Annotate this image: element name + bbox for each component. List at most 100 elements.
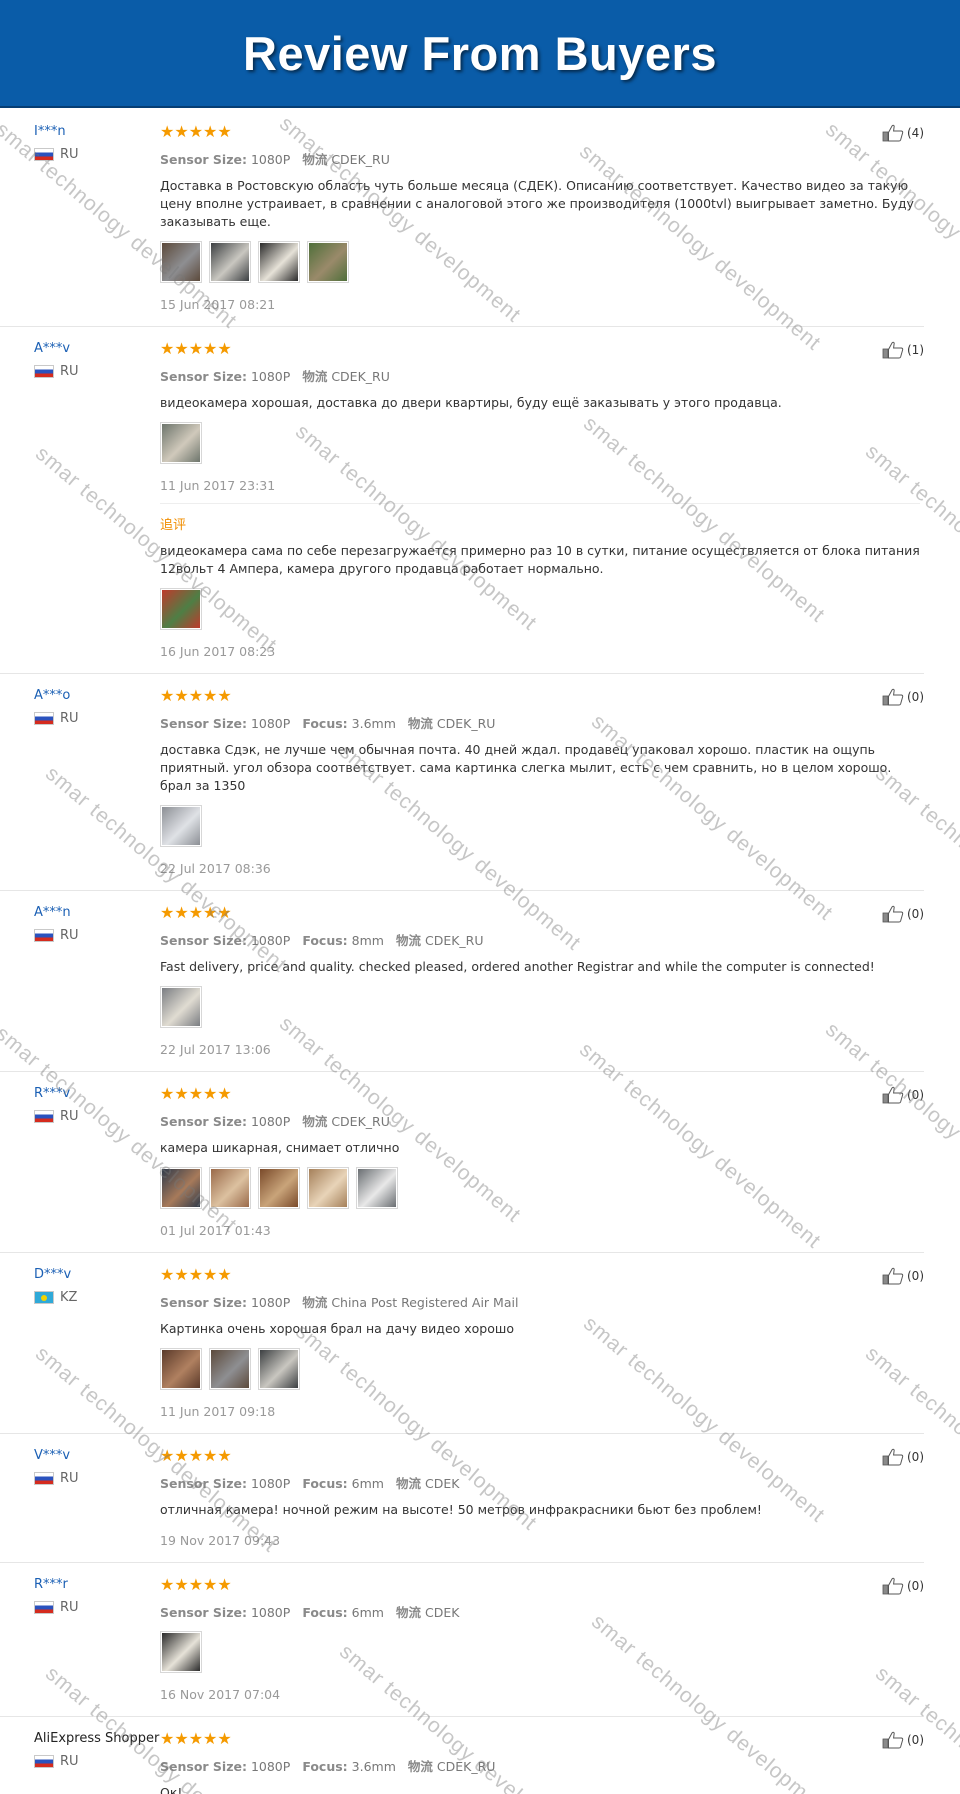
review-photo[interactable] bbox=[209, 1167, 251, 1209]
buyer-name[interactable]: D***v bbox=[34, 1267, 154, 1282]
review-photo[interactable] bbox=[160, 588, 202, 630]
review-attributes: Sensor Size: 1080P 物流 China Post Register… bbox=[160, 1292, 920, 1311]
helpful-count: (1) bbox=[907, 343, 924, 357]
helpful-button[interactable]: (0) bbox=[882, 1086, 924, 1104]
buyer-name[interactable]: I***n bbox=[34, 124, 154, 139]
followup-review: 追评 видеокамера сама по себе перезагружает… bbox=[160, 503, 920, 659]
helpful-button[interactable]: (0) bbox=[882, 1448, 924, 1466]
review-photo[interactable] bbox=[356, 1167, 398, 1209]
sensor-size-label: Sensor Size: bbox=[160, 369, 247, 384]
star-icon: ★ bbox=[203, 1575, 218, 1594]
star-icon: ★ bbox=[188, 1446, 204, 1465]
focus-label: Focus: bbox=[302, 1605, 348, 1620]
buyer-country: RU bbox=[34, 147, 154, 162]
country-code: RU bbox=[60, 1600, 79, 1615]
helpful-button[interactable]: (4) bbox=[882, 124, 924, 142]
buyer-info: A***v RU bbox=[34, 341, 154, 379]
sensor-size-value: 1080P bbox=[250, 369, 291, 384]
shipping-label: 物流 bbox=[407, 1759, 433, 1774]
country-code: RU bbox=[60, 1471, 79, 1486]
star-icon: ★ bbox=[188, 686, 204, 705]
review-photo[interactable] bbox=[160, 986, 202, 1028]
review-photo[interactable] bbox=[160, 1631, 202, 1673]
thumbs-up-icon bbox=[882, 1086, 904, 1104]
ru-flag-icon bbox=[34, 365, 54, 378]
review-photo[interactable] bbox=[258, 1348, 300, 1390]
star-icon: ★ bbox=[188, 903, 204, 922]
sensor-size-label: Sensor Size: bbox=[160, 1759, 247, 1774]
star-icon: ★ bbox=[217, 1446, 232, 1465]
helpful-count: (0) bbox=[907, 690, 924, 704]
review-photo[interactable] bbox=[160, 1167, 202, 1209]
buyer-name[interactable]: R***r bbox=[34, 1577, 154, 1592]
star-icon: ★ bbox=[160, 686, 175, 705]
thumbs-up-icon bbox=[882, 1267, 904, 1285]
review-text: доставка Сдэк, не лучше чем обычная почт… bbox=[160, 742, 892, 793]
helpful-button[interactable]: (0) bbox=[882, 905, 924, 923]
country-code: RU bbox=[60, 711, 79, 726]
helpful-button[interactable]: (0) bbox=[882, 688, 924, 706]
star-icon: ★ bbox=[160, 1575, 175, 1594]
star-rating: ★★★★★ bbox=[160, 341, 920, 359]
review-photos bbox=[160, 805, 920, 847]
helpful-button[interactable]: (0) bbox=[882, 1267, 924, 1285]
star-icon: ★ bbox=[203, 1446, 218, 1465]
review-photo[interactable] bbox=[160, 1348, 202, 1390]
star-icon: ★ bbox=[188, 1729, 204, 1748]
review-attributes: Sensor Size: 1080P Focus: 3.6mm 物流 CDEK_RU bbox=[160, 713, 920, 732]
country-code: RU bbox=[60, 928, 79, 943]
buyer-info: A***n RU bbox=[34, 905, 154, 943]
country-code: RU bbox=[60, 1754, 79, 1769]
review-photos bbox=[160, 422, 920, 464]
sensor-size-label: Sensor Size: bbox=[160, 1605, 247, 1620]
review-attributes: Sensor Size: 1080P 物流 CDEK_RU bbox=[160, 1111, 920, 1130]
star-icon: ★ bbox=[203, 1729, 218, 1748]
shipping-value: CDEK_RU bbox=[331, 1114, 390, 1129]
star-icon: ★ bbox=[160, 1446, 175, 1465]
shipping-label: 物流 bbox=[302, 1114, 328, 1129]
review-photo[interactable] bbox=[307, 241, 349, 283]
helpful-count: (0) bbox=[907, 1733, 924, 1747]
review-body: ★★★★★ Sensor Size: 1080P Focus: 6mm 物流 CDEK… bbox=[160, 1434, 920, 1562]
buyer-name[interactable]: R***v bbox=[34, 1086, 154, 1101]
review-text: Fast delivery, price and quality. checke… bbox=[160, 959, 875, 974]
review-body: ★★★★★ Sensor Size: 1080P Focus: 8mm 物流 CDEK… bbox=[160, 891, 920, 1071]
helpful-button[interactable]: (1) bbox=[882, 341, 924, 359]
ru-flag-icon bbox=[34, 1601, 54, 1614]
focus-label: Focus: bbox=[302, 1476, 348, 1491]
buyer-name: AliExpress Shopper bbox=[34, 1731, 160, 1746]
helpful-button[interactable]: (0) bbox=[882, 1577, 924, 1595]
star-icon: ★ bbox=[174, 1084, 189, 1103]
buyer-country: RU bbox=[34, 1109, 154, 1124]
buyer-name[interactable]: A***o bbox=[34, 688, 154, 703]
review-photo[interactable] bbox=[160, 805, 202, 847]
focus-value: 3.6mm bbox=[351, 716, 396, 731]
review-photo[interactable] bbox=[160, 241, 202, 283]
country-code: RU bbox=[60, 147, 79, 162]
buyer-name[interactable]: A***n bbox=[34, 905, 154, 920]
review-date: 22 Jul 2017 13:06 bbox=[160, 1042, 271, 1057]
shipping-label: 物流 bbox=[395, 1476, 421, 1491]
review-date: 16 Nov 2017 07:04 bbox=[160, 1687, 281, 1702]
kz-flag-icon bbox=[34, 1291, 54, 1304]
buyer-name[interactable]: V***v bbox=[34, 1448, 154, 1463]
review-date: 15 Jun 2017 08:21 bbox=[160, 297, 276, 312]
helpful-count: (0) bbox=[907, 1579, 924, 1593]
review-photo[interactable] bbox=[160, 422, 202, 464]
review-photo[interactable] bbox=[258, 1167, 300, 1209]
review-photos bbox=[160, 1167, 920, 1209]
shipping-value: CDEK bbox=[424, 1605, 460, 1620]
sensor-size-value: 1080P bbox=[250, 1295, 291, 1310]
review-photo[interactable] bbox=[258, 241, 300, 283]
buyer-name[interactable]: A***v bbox=[34, 341, 154, 356]
star-rating: ★★★★★ bbox=[160, 688, 920, 706]
review-item: R***r RU (0) ★★★★★ Sensor Size: 1080P Focus: … bbox=[0, 1563, 924, 1717]
review-photo[interactable] bbox=[209, 1348, 251, 1390]
review-photo[interactable] bbox=[307, 1167, 349, 1209]
review-photo[interactable] bbox=[209, 241, 251, 283]
review-list: I***n RU (4) ★★★★★ Sensor Size: 1080P 物流 CDEK… bbox=[0, 110, 960, 1794]
thumbs-up-icon bbox=[882, 1448, 904, 1466]
followup-label: 追评 bbox=[160, 518, 187, 533]
helpful-button[interactable]: (0) bbox=[882, 1731, 924, 1749]
focus-label: Focus: bbox=[302, 1759, 348, 1774]
